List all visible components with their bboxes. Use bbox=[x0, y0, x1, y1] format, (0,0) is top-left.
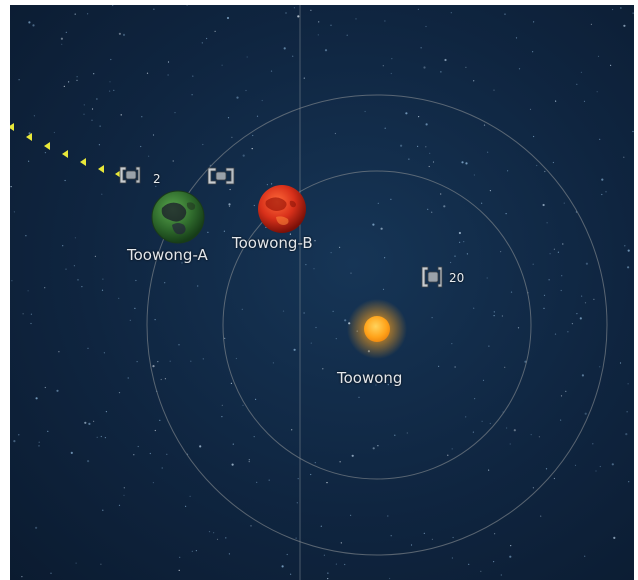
fleet-route bbox=[10, 123, 121, 178]
fleet-count-label: 2 bbox=[153, 172, 161, 186]
star-label-toowong: Toowong bbox=[337, 369, 403, 387]
fleet-icon[interactable] bbox=[421, 266, 443, 288]
fleet-icon[interactable] bbox=[207, 167, 235, 185]
fleet-count-label: 20 bbox=[449, 271, 465, 285]
map-overlay bbox=[10, 5, 608, 580]
galaxy-map[interactable]: 2 20 Toowong-A Toowong-B Toowong bbox=[10, 5, 634, 580]
star-toowong[interactable] bbox=[347, 299, 407, 359]
planet-toowong-b[interactable] bbox=[258, 185, 306, 233]
planet-toowong-a[interactable] bbox=[151, 190, 205, 244]
fleet-icon[interactable] bbox=[119, 166, 141, 184]
planet-label-toowong-b: Toowong-B bbox=[232, 234, 313, 252]
planet-label-toowong-a: Toowong-A bbox=[127, 246, 208, 264]
